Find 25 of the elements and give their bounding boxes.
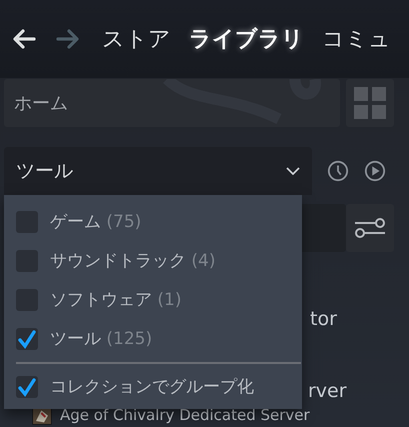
- play-icon[interactable]: [364, 160, 386, 182]
- filter-dropdown[interactable]: ツール: [4, 147, 312, 195]
- menu-item[interactable]: ツール (125): [16, 319, 302, 358]
- chevron-down-icon: [286, 167, 300, 175]
- game-title[interactable]: rver: [308, 380, 347, 402]
- nav-tab[interactable]: ライブラリ: [189, 24, 304, 54]
- clock-icon[interactable]: [327, 160, 349, 182]
- menu-item[interactable]: ソフトウェア (1): [16, 280, 302, 319]
- checkbox[interactable]: [16, 288, 38, 310]
- checkbox[interactable]: [16, 210, 38, 232]
- home-button[interactable]: ホーム: [4, 79, 340, 127]
- checkbox[interactable]: [16, 376, 38, 398]
- menu-item[interactable]: サウンドトラック (4): [16, 241, 302, 280]
- checkbox[interactable]: [16, 328, 38, 350]
- sliders-icon: [354, 216, 386, 240]
- back-arrow-icon[interactable]: [12, 29, 36, 49]
- filter-settings-button[interactable]: [346, 204, 394, 252]
- game-title[interactable]: tor: [310, 308, 337, 330]
- game-title[interactable]: Age of Chivalry Dedicated Server: [60, 406, 310, 424]
- nav-tab[interactable]: コミュ: [322, 24, 391, 54]
- menu-item[interactable]: ゲーム (75): [16, 202, 302, 241]
- menu-item[interactable]: コレクションでグループ化: [16, 367, 302, 406]
- checkbox[interactable]: [16, 250, 38, 272]
- nav-tab[interactable]: ストア: [102, 24, 171, 54]
- grid-icon: [354, 87, 386, 119]
